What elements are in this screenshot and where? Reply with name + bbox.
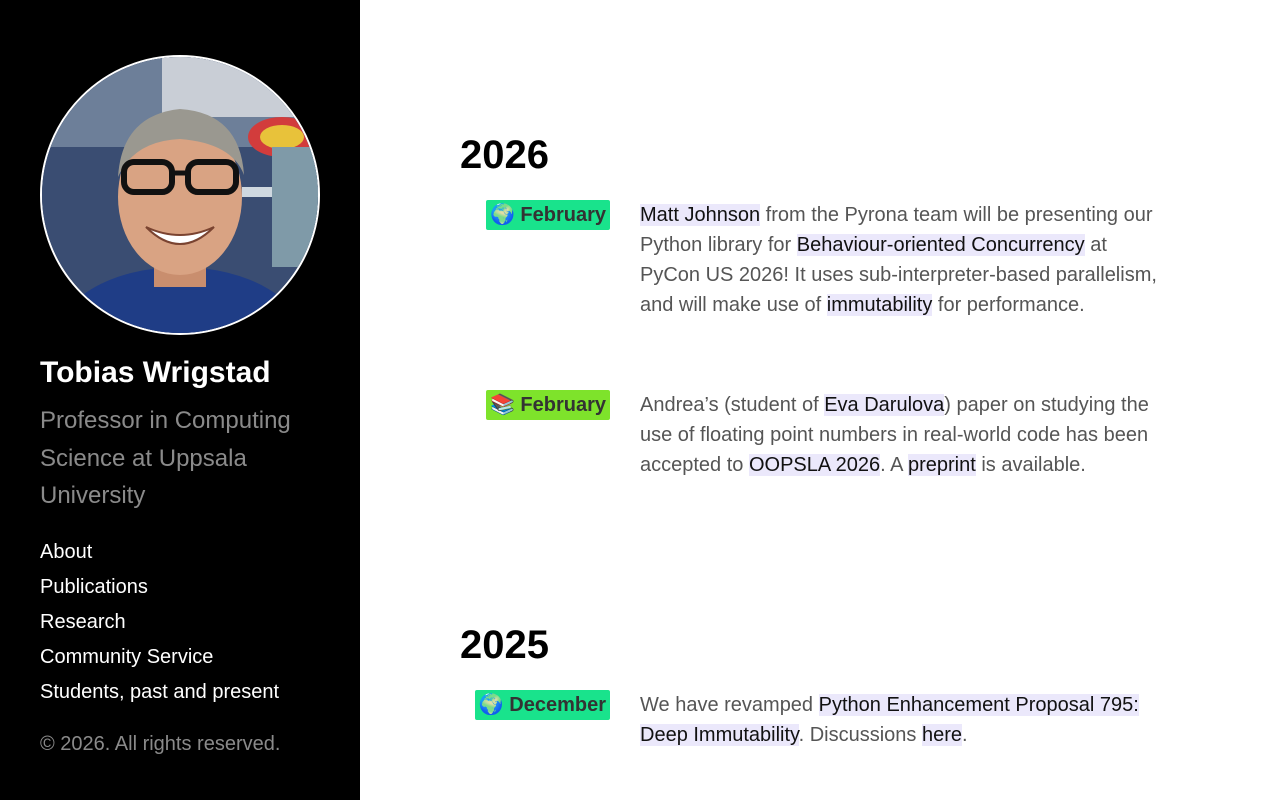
copyright: © 2026. All rights reserved.: [40, 733, 281, 755]
link-discussions-here[interactable]: here: [921, 724, 962, 746]
nav-item-community-service[interactable]: Community Service: [40, 646, 213, 668]
globe-icon: 🌍: [478, 694, 504, 716]
nav-item-research[interactable]: Research: [40, 611, 126, 633]
news-entry-2025-dec-1: We have revamped Python Enhancement Prop…: [640, 690, 1165, 750]
tagline: Professor in Computing Science at Uppsal…: [40, 407, 291, 509]
nav-item-publications[interactable]: Publications: [40, 576, 148, 598]
news-text: . Discussions: [798, 724, 922, 746]
link-matt-johnson[interactable]: Matt Johnson: [640, 204, 761, 226]
nav-menu: About Publications Research Community Se…: [40, 537, 279, 712]
link-immutability[interactable]: immutability: [826, 294, 933, 316]
news-entry-2026-feb-2: Andrea’s (student of Eva Darulova) paper…: [640, 390, 1165, 480]
news-text: is available.: [975, 454, 1086, 476]
books-icon: 📚: [489, 394, 515, 416]
news-badge-2026-feb-2: 📚 February: [485, 390, 610, 420]
news-badge-2026-feb-1: 🌍 February: [485, 200, 610, 230]
nav-item-about[interactable]: About: [40, 541, 92, 563]
avatar: [40, 55, 320, 335]
site-title: Tobias Wrigstad: [40, 356, 271, 389]
news-text: We have revamped: [640, 694, 819, 716]
nav-item-students[interactable]: Students, past and present: [40, 681, 279, 703]
news-entry-2026-feb-1: Matt Johnson from the Pyrona team will b…: [640, 200, 1165, 320]
news-text: .: [961, 724, 968, 746]
link-preprint[interactable]: preprint: [907, 454, 976, 476]
news-month: December: [509, 694, 606, 716]
link-behaviour-oriented-concurrency[interactable]: Behaviour-oriented Concurrency: [796, 234, 1085, 256]
news-text: . A: [880, 454, 908, 476]
year-heading-2025: 2025: [460, 623, 549, 667]
news-month: February: [520, 394, 606, 416]
link-eva-darulova[interactable]: Eva Darulova: [824, 394, 945, 416]
avatar-photo: [42, 57, 318, 333]
year-heading-2026: 2026: [460, 133, 549, 177]
link-oopsla-2026[interactable]: OOPSLA 2026: [748, 454, 881, 476]
news-text: for performance.: [932, 294, 1085, 316]
news-badge-2025-dec-1: 🌍 December: [474, 690, 610, 720]
news-month: February: [520, 204, 606, 226]
news-text: Andrea’s (student of: [640, 394, 825, 416]
sidebar: Tobias Wrigstad Professor in Computing S…: [0, 0, 360, 800]
globe-icon: 🌍: [489, 204, 515, 226]
news-feed: 2026 🌍 February Matt Johnson from the Py…: [360, 0, 1280, 800]
